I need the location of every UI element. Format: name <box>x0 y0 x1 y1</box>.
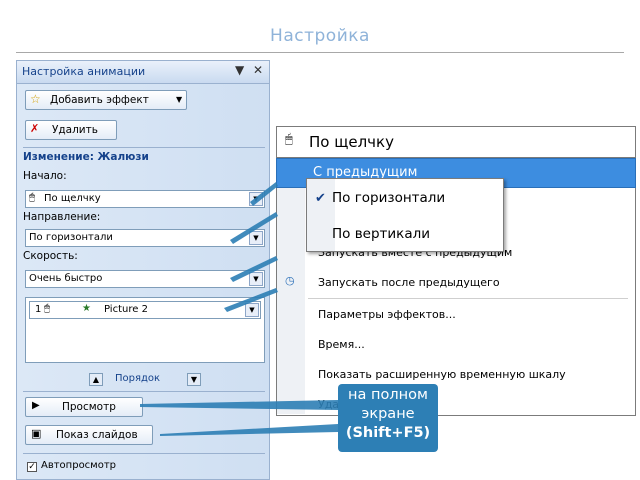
callout-line-1: на полном <box>348 387 428 403</box>
callout-line-2: экране <box>361 406 415 422</box>
callout-shortcut: (Shift+F5) <box>345 425 431 441</box>
callout-text: на полном экране (Shift+F5) <box>338 386 438 443</box>
connector-arrows <box>140 182 338 436</box>
